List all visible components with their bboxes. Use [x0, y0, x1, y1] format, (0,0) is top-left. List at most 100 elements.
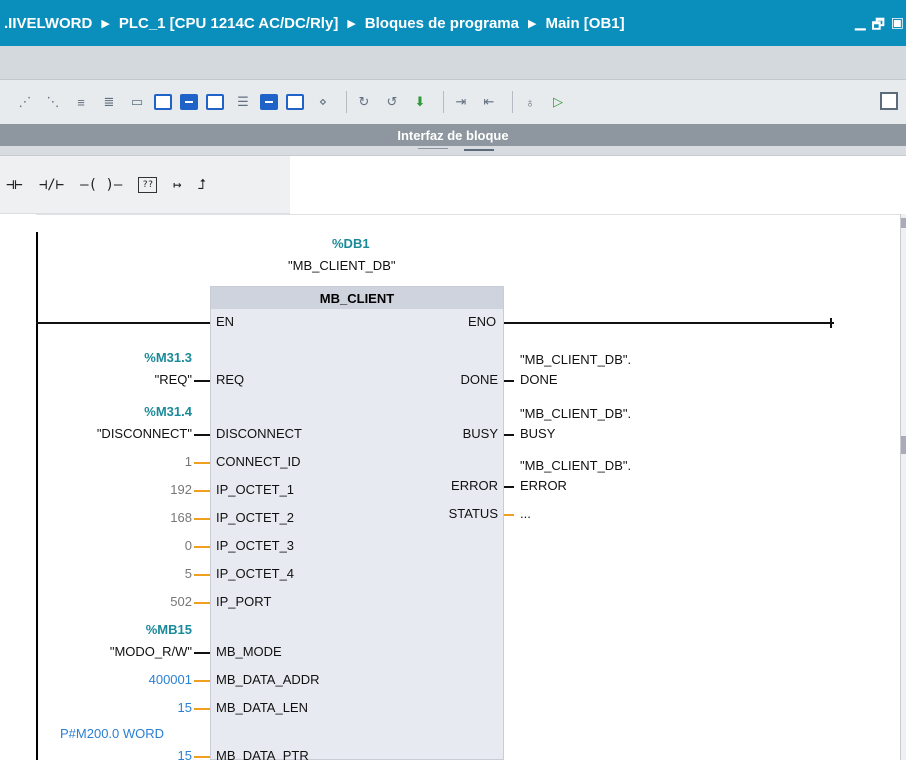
pin-disconnect[interactable]: DISCONNECT: [216, 426, 302, 441]
vertical-scrollbar[interactable]: [900, 214, 906, 760]
input-wire: [194, 462, 210, 464]
operand-value[interactable]: 400001: [149, 672, 192, 687]
monitoring-icon[interactable]: ⋄: [312, 91, 334, 113]
editor-toolbar: ⋰ ⋱ ≡ ≣ ▭ ☰ ⋄ ↻ ↺ ⬇ ⇥ ⇤ ♁ ▷: [0, 80, 906, 124]
pin-connect-id[interactable]: CONNECT_ID: [216, 454, 301, 469]
favorites-icon[interactable]: [260, 94, 278, 110]
operand-value[interactable]: 15: [178, 748, 192, 760]
output-tag-member[interactable]: ERROR: [520, 478, 567, 493]
network-icon[interactable]: ▭: [126, 91, 148, 113]
operand-value[interactable]: 1: [185, 454, 192, 469]
pin-ip-octet-2[interactable]: IP_OCTET_2: [216, 510, 294, 525]
no-contact-icon[interactable]: ⊣⊢: [6, 177, 23, 193]
absolute-address-icon[interactable]: ☰: [232, 91, 254, 113]
pin-req[interactable]: REQ: [216, 372, 244, 387]
insert-network-icon[interactable]: ≡: [70, 91, 92, 113]
operand-value[interactable]: 0: [185, 538, 192, 553]
block-type-title: MB_CLIENT: [211, 287, 503, 309]
outdent-icon[interactable]: ⇤: [478, 91, 500, 113]
power-rail: [36, 232, 38, 760]
input-wire: [194, 708, 210, 710]
close-branch-icon[interactable]: ⮥: [198, 177, 206, 193]
input-wire: [194, 434, 210, 436]
output-tag-db[interactable]: "MB_CLIENT_DB".: [520, 406, 631, 421]
output-tag-member[interactable]: BUSY: [520, 426, 555, 441]
scroll-up-icon[interactable]: [901, 218, 906, 228]
instance-db-address[interactable]: %DB1: [332, 236, 370, 251]
pin-mb-data-ptr[interactable]: MB_DATA_PTR: [216, 748, 309, 760]
pin-ip-octet-4[interactable]: IP_OCTET_4: [216, 566, 294, 581]
operand-tag[interactable]: "REQ": [155, 372, 192, 387]
delete-network-icon[interactable]: ≣: [98, 91, 120, 113]
pin-mb-data-addr[interactable]: MB_DATA_ADDR: [216, 672, 320, 687]
instance-db-name[interactable]: "MB_CLIENT_DB": [288, 258, 395, 273]
pin-ip-octet-3[interactable]: IP_OCTET_3: [216, 538, 294, 553]
indent-icon[interactable]: ⇥: [450, 91, 472, 113]
pin-error[interactable]: ERROR: [451, 478, 498, 493]
operand-tag[interactable]: "DISCONNECT": [97, 426, 192, 441]
empty-box-icon[interactable]: ??: [138, 176, 158, 193]
pin-mb-mode[interactable]: MB_MODE: [216, 644, 282, 659]
nc-contact-icon[interactable]: ⊣/⊢: [39, 177, 64, 193]
input-wire: [194, 680, 210, 682]
list-view-icon[interactable]: [180, 94, 198, 110]
operand-value[interactable]: 168: [170, 510, 192, 525]
open-branch-icon[interactable]: ↦: [173, 177, 181, 193]
callstack-icon[interactable]: ▷: [547, 91, 569, 113]
operand-value[interactable]: 502: [170, 594, 192, 609]
ladder-network: %DB1 "MB_CLIENT_DB" MB_CLIENT EN ENO REQ…: [0, 214, 906, 760]
eno-wire-end: [830, 318, 832, 328]
input-wire: [194, 756, 210, 758]
input-wire: [194, 574, 210, 576]
coil-icon[interactable]: —( )—: [80, 177, 122, 193]
input-wire: [194, 652, 210, 654]
output-wire: [504, 380, 514, 382]
pin-ip-octet-1[interactable]: IP_OCTET_1: [216, 482, 294, 497]
block-list-icon[interactable]: [154, 94, 172, 110]
operand-address[interactable]: %M31.4: [144, 404, 192, 419]
go-offline-icon[interactable]: ↺: [381, 91, 403, 113]
go-online-icon[interactable]: ↻: [353, 91, 375, 113]
breadcrumb-plc[interactable]: PLC_1 [CPU 1214C AC/DC/Rly]: [119, 15, 339, 32]
operand-address[interactable]: P#M200.0 WORD: [60, 726, 164, 741]
connect-icon[interactable]: ⋰: [14, 91, 36, 113]
output-wire: [504, 434, 514, 436]
title-bar: .IIVELWORD ▶ PLC_1 [CPU 1214C AC/DC/Rly]…: [0, 0, 906, 46]
block-interface-header[interactable]: Interfaz de bloque: [0, 124, 906, 146]
pin-eno[interactable]: ENO: [468, 314, 496, 329]
pin-ip-port[interactable]: IP_PORT: [216, 594, 271, 609]
operand-value[interactable]: 5: [185, 566, 192, 581]
output-tag-member[interactable]: DONE: [520, 372, 558, 387]
splitter[interactable]: [0, 146, 906, 156]
pin-done[interactable]: DONE: [460, 372, 498, 387]
operand-address[interactable]: %M31.3: [144, 350, 192, 365]
operand-tag[interactable]: "MODO_R/W": [110, 644, 192, 659]
panel-toggle-icon[interactable]: [880, 92, 898, 110]
output-tag-db[interactable]: "MB_CLIENT_DB".: [520, 352, 631, 367]
comment-icon[interactable]: [206, 94, 224, 110]
pin-busy[interactable]: BUSY: [463, 426, 498, 441]
ladder-elements-bar: ⊣⊢ ⊣/⊢ —( )— ?? ↦ ⮥: [0, 156, 906, 214]
list-icon[interactable]: [286, 94, 304, 110]
input-wire: [194, 518, 210, 520]
disconnect-icon[interactable]: ⋱: [42, 91, 64, 113]
maximize-icon[interactable]: ▣: [891, 14, 904, 38]
restore-icon[interactable]: 🗗: [872, 14, 885, 38]
pin-status[interactable]: STATUS: [449, 506, 498, 521]
minimize-icon[interactable]: ▁: [855, 14, 866, 38]
breadcrumb-separator-icon: ▶: [347, 17, 356, 30]
breadcrumb-program-blocks[interactable]: Bloques de programa: [365, 15, 519, 32]
output-tag-db[interactable]: "MB_CLIENT_DB".: [520, 458, 631, 473]
operand-value[interactable]: 15: [178, 700, 192, 715]
breadcrumb-separator-icon: ▶: [101, 17, 110, 30]
operand-value[interactable]: 192: [170, 482, 192, 497]
pin-mb-data-len[interactable]: MB_DATA_LEN: [216, 700, 308, 715]
scroll-thumb[interactable]: [901, 436, 906, 454]
pin-en[interactable]: EN: [216, 314, 234, 329]
status-icon[interactable]: ⬇: [409, 91, 431, 113]
operand-address[interactable]: %MB15: [146, 622, 192, 637]
breadcrumb-project[interactable]: .IIVELWORD: [4, 15, 92, 32]
output-tag-member[interactable]: ...: [520, 506, 531, 521]
observe-icon[interactable]: ♁: [519, 91, 541, 113]
breadcrumb-main[interactable]: Main [OB1]: [545, 15, 624, 32]
